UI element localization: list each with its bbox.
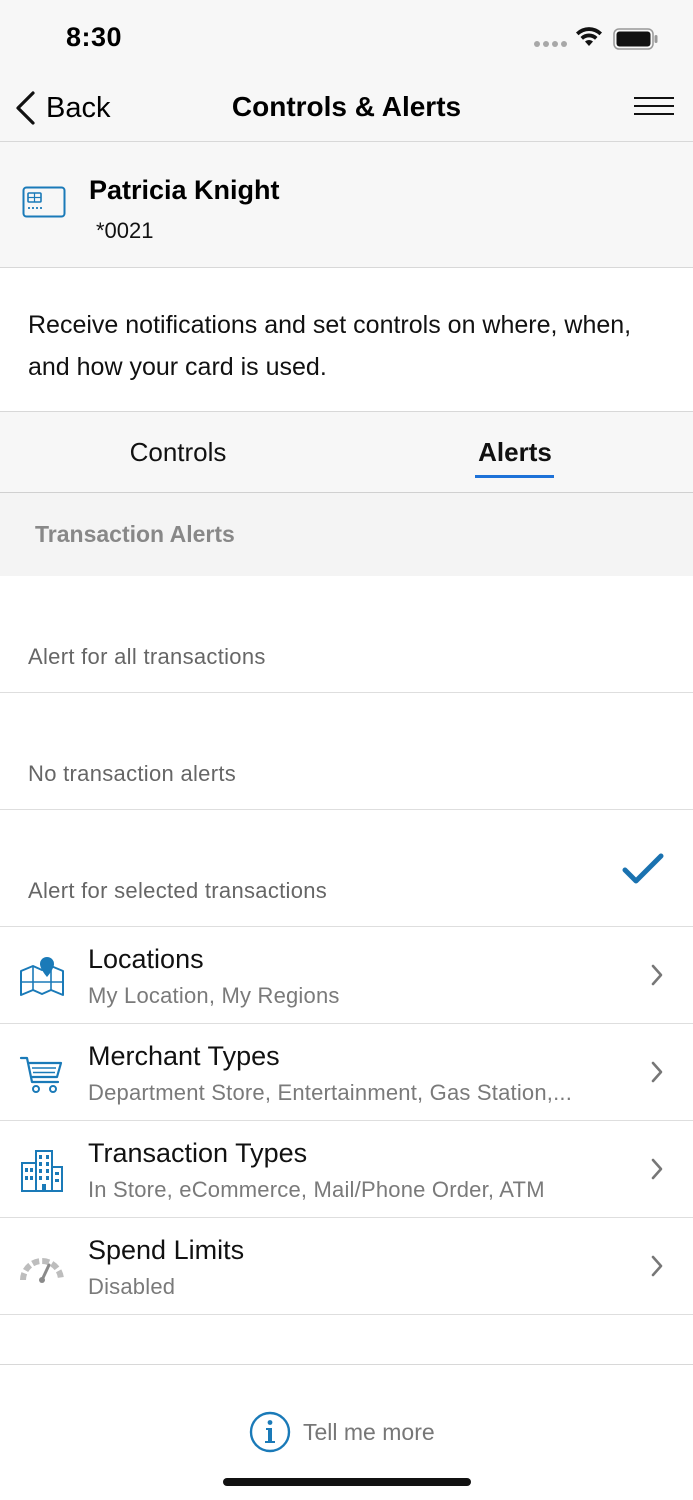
option-label: Alert for all transactions: [28, 644, 266, 669]
chevron-right-icon: [651, 1255, 663, 1277]
hamburger-menu-icon[interactable]: [634, 97, 674, 121]
row-title: Merchant Types: [88, 1041, 280, 1071]
status-time: 8:30: [66, 22, 123, 52]
row-title: Spend Limits: [88, 1235, 245, 1265]
battery-icon: [613, 28, 658, 50]
chevron-right-icon: [651, 1158, 663, 1180]
tell-me-more-label: Tell me more: [303, 1418, 435, 1445]
chevron-right-icon: [651, 964, 663, 986]
status-bar: 8:30: [0, 0, 693, 80]
checkmark-icon: [622, 853, 664, 884]
signal-icon: [534, 41, 567, 47]
row-subtitle: Department Store, Entertainment, Gas Sta…: [88, 1080, 573, 1105]
tab-alerts[interactable]: Alerts: [440, 412, 590, 492]
map-pin-icon: [20, 957, 64, 996]
row-title: Locations: [88, 944, 204, 974]
card-header: Patricia Knight *0021: [0, 142, 693, 268]
row-locations[interactable]: Locations My Location, My Regions: [0, 927, 693, 1024]
navigation-bar: Back Controls & Alerts: [0, 80, 693, 142]
row-title: Transaction Types: [88, 1138, 308, 1168]
page-title: Controls & Alerts: [231, 91, 462, 122]
info-icon: [249, 1411, 291, 1453]
shopping-cart-icon: [19, 1056, 63, 1093]
option-no-alerts[interactable]: No transaction alerts: [0, 693, 693, 810]
wifi-icon: [576, 27, 602, 46]
row-subtitle: In Store, eCommerce, Mail/Phone Order, A…: [88, 1177, 545, 1202]
row-transaction-types[interactable]: Transaction Types In Store, eCommerce, M…: [0, 1121, 693, 1218]
row-merchant-types[interactable]: Merchant Types Department Store, Enterta…: [0, 1024, 693, 1121]
row-subtitle: Disabled: [88, 1274, 176, 1299]
chevron-right-icon: [651, 1061, 663, 1083]
card-holder-name: Patricia Knight: [89, 175, 280, 205]
section-header: Transaction Alerts: [0, 493, 693, 576]
tab-bar: Controls Alerts: [0, 412, 693, 493]
card-number: *0021: [96, 218, 154, 243]
speedometer-icon: [20, 1258, 64, 1283]
row-spend-limits[interactable]: Spend Limits Disabled: [0, 1218, 693, 1315]
home-indicator: [223, 1478, 471, 1486]
footer-divider: [0, 1364, 693, 1365]
tab-controls[interactable]: Controls: [78, 412, 278, 492]
tab-selected-indicator: [475, 475, 554, 478]
row-subtitle: My Location, My Regions: [88, 983, 340, 1008]
option-label: Alert for selected transactions: [28, 878, 328, 903]
description-text: Receive notifications and set controls o…: [0, 268, 693, 412]
option-label: No transaction alerts: [28, 761, 237, 786]
buildings-icon: [21, 1150, 63, 1192]
option-alert-all[interactable]: Alert for all transactions: [0, 576, 693, 693]
option-alert-selected[interactable]: Alert for selected transactions: [0, 810, 693, 927]
tell-me-more-button[interactable]: Tell me more: [249, 1411, 435, 1453]
credit-card-icon: [22, 186, 66, 218]
